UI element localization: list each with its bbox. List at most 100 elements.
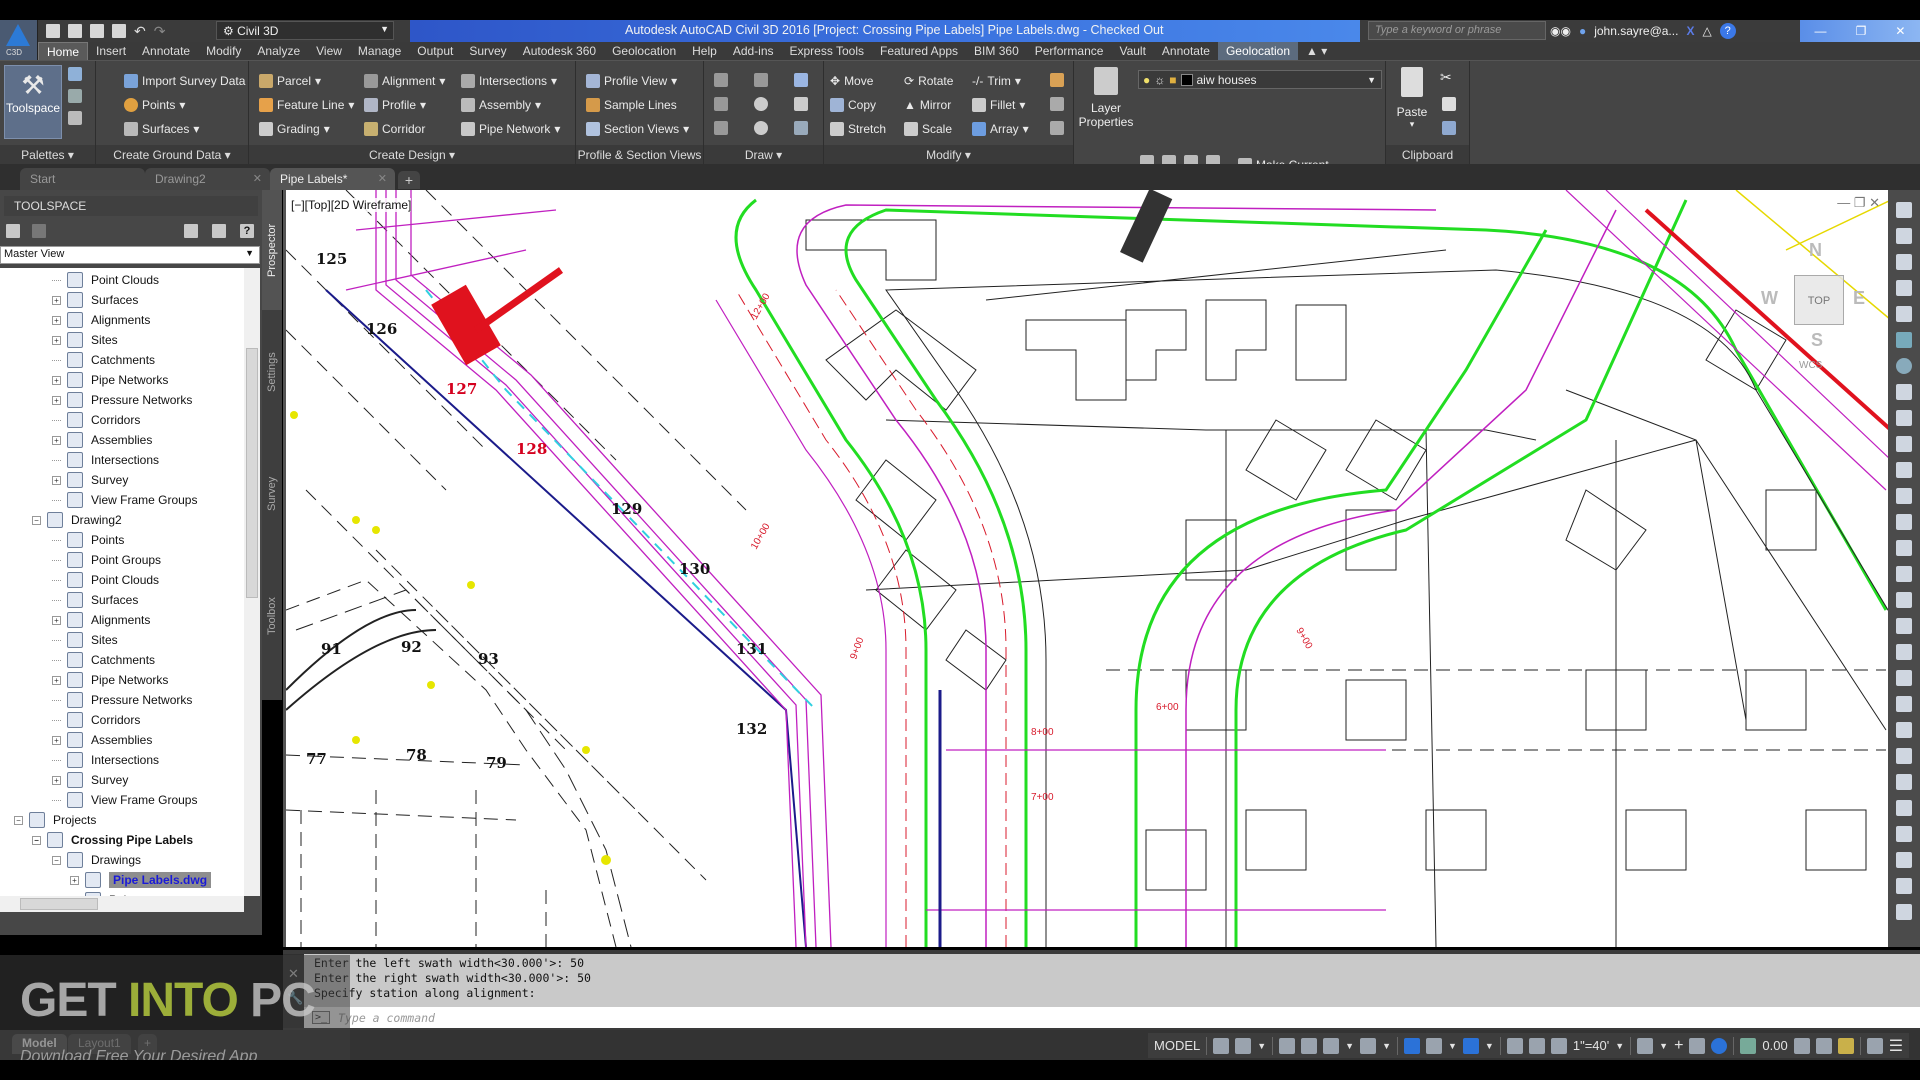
- expand-toggle-icon[interactable]: +: [52, 375, 61, 385]
- tree-item[interactable]: Point Clouds: [52, 570, 159, 590]
- object-snap-tracking-icon[interactable]: [1404, 1037, 1420, 1054]
- expand-toggle-icon[interactable]: +: [52, 775, 61, 785]
- globe-icon[interactable]: [1896, 358, 1912, 374]
- expand-toggle-icon[interactable]: +: [52, 295, 61, 305]
- toolspace-button[interactable]: ⚒ Toolspace: [4, 65, 62, 139]
- point-snap-icon[interactable]: [1896, 384, 1912, 400]
- chevron-down-icon[interactable]: ▼: [1345, 1041, 1354, 1051]
- scale-button[interactable]: Scale: [904, 119, 952, 139]
- application-menu-button[interactable]: C3D: [0, 20, 38, 60]
- transparent-command-icon[interactable]: [1896, 618, 1912, 634]
- alignment-button[interactable]: Alignment ▾: [364, 71, 445, 91]
- ribbon-tab-autodesk-360[interactable]: Autodesk 360: [515, 42, 604, 60]
- annotation-monitor-icon[interactable]: +: [1674, 1037, 1683, 1055]
- sample-lines-button[interactable]: Sample Lines: [586, 95, 677, 115]
- paste-button[interactable]: Paste ▾: [1392, 67, 1432, 130]
- layer-select[interactable]: ● ☼ ■ aiw houses ▼: [1138, 70, 1382, 89]
- tree-item[interactable]: + Surfaces: [52, 290, 138, 310]
- feature-line-button[interactable]: Feature Line ▾: [259, 95, 354, 115]
- explode-icon[interactable]: [1050, 97, 1064, 111]
- close-icon[interactable]: ✕: [378, 172, 387, 185]
- binoculars-icon[interactable]: ◉◉: [1550, 24, 1571, 38]
- close-icon[interactable]: ✕: [1895, 24, 1905, 38]
- tab-toolbox[interactable]: Toolbox: [262, 556, 282, 676]
- save-icon[interactable]: [90, 24, 104, 38]
- zoom-extents-icon[interactable]: [1896, 254, 1912, 270]
- help-icon[interactable]: ?: [240, 224, 254, 238]
- annotation-visibility-icon[interactable]: [1506, 1037, 1523, 1054]
- transparent-command-icon[interactable]: [1896, 826, 1912, 842]
- object-snap-icon[interactable]: [1426, 1037, 1442, 1054]
- expand-toggle-icon[interactable]: −: [52, 855, 61, 865]
- ribbon-tab-manage[interactable]: Manage: [350, 42, 409, 60]
- tree-item[interactable]: − Crossing Pipe Labels: [32, 830, 193, 850]
- ribbon-minimize-icon[interactable]: ▲ ▾: [1298, 42, 1335, 60]
- hatch-icon[interactable]: [794, 121, 808, 135]
- chevron-down-icon[interactable]: ▼: [1659, 1041, 1668, 1051]
- trim-button[interactable]: -/- Trim ▾: [972, 71, 1021, 91]
- chevron-down-icon[interactable]: ▼: [1382, 1041, 1391, 1051]
- array-button[interactable]: Array ▾: [972, 119, 1029, 139]
- restore-icon[interactable]: ❐: [1856, 24, 1867, 38]
- tree-item[interactable]: + Pipe Networks: [52, 370, 168, 390]
- viewcube-south[interactable]: S: [1811, 330, 1823, 351]
- tree-item[interactable]: Intersections: [52, 750, 159, 770]
- graphics-icon[interactable]: [1815, 1037, 1832, 1054]
- expand-toggle-icon[interactable]: −: [14, 815, 23, 825]
- chevron-down-icon[interactable]: ▼: [1257, 1041, 1266, 1051]
- corridor-button[interactable]: Corridor: [364, 119, 425, 139]
- tree-item[interactable]: + Survey: [52, 470, 128, 490]
- section-views-button[interactable]: Section Views ▾: [586, 119, 689, 139]
- rotate-button[interactable]: ⟳ Rotate: [904, 71, 953, 91]
- tree-item[interactable]: + Survey: [52, 770, 128, 790]
- item-view-icon[interactable]: [6, 224, 20, 238]
- tree-item[interactable]: + Pressure Networks: [52, 390, 192, 410]
- new-icon[interactable]: [46, 24, 60, 38]
- doc-tab-pipe-labels[interactable]: Pipe Labels* ✕: [270, 168, 395, 190]
- tree-item[interactable]: Point Clouds: [52, 270, 159, 290]
- drawing-canvas[interactable]: 12+00 10+00 9+00 8+00 7+00 6+00 9+00: [286, 190, 1888, 947]
- copy-clip-icon[interactable]: [1442, 97, 1456, 111]
- transparent-command-icon[interactable]: [1896, 852, 1912, 868]
- tree-item[interactable]: + Assemblies: [52, 430, 152, 450]
- dynamic-input-icon[interactable]: [1279, 1037, 1296, 1054]
- profile-view-button[interactable]: Profile View ▾: [586, 71, 677, 91]
- arc-icon[interactable]: [794, 73, 808, 87]
- transparent-command-icon[interactable]: [1896, 670, 1912, 686]
- undo-icon[interactable]: ↶: [134, 23, 146, 40]
- auto-scale-icon[interactable]: [1528, 1037, 1545, 1054]
- ribbon-tab-bim-360[interactable]: BIM 360: [966, 42, 1027, 60]
- transparent-command-icon[interactable]: [1896, 540, 1912, 556]
- expand-toggle-icon[interactable]: −: [32, 515, 41, 525]
- tree-item[interactable]: + Alignments: [52, 310, 150, 330]
- steering-wheel-icon[interactable]: [1896, 202, 1912, 218]
- line-icon[interactable]: [714, 73, 728, 87]
- tree-item[interactable]: Points: [52, 530, 124, 550]
- ribbon-tab-geolocation[interactable]: Geolocation: [1217, 42, 1299, 60]
- expand-toggle-icon[interactable]: +: [52, 335, 61, 345]
- ribbon-tab-survey[interactable]: Survey: [461, 42, 514, 60]
- circle-icon[interactable]: [754, 97, 768, 111]
- point-select-icon[interactable]: [1896, 436, 1912, 452]
- tree-item[interactable]: + Assemblies: [52, 730, 152, 750]
- tree-item[interactable]: Intersections: [52, 450, 159, 470]
- clean-screen-icon[interactable]: [1837, 1037, 1854, 1054]
- viewport-controls-label[interactable]: [−][Top][2D Wireframe]: [291, 198, 412, 212]
- transparent-command-icon[interactable]: [1896, 514, 1912, 530]
- fullscreen-icon[interactable]: [1866, 1037, 1883, 1054]
- isodraft-icon[interactable]: [1360, 1037, 1377, 1054]
- list-view-icon[interactable]: [212, 224, 226, 238]
- ribbon-tab-view[interactable]: View: [308, 42, 350, 60]
- ribbon-tab-performance[interactable]: Performance: [1027, 42, 1112, 60]
- help-search-input[interactable]: Type a keyword or phrase: [1368, 21, 1546, 40]
- transparent-command-icon[interactable]: [1896, 774, 1912, 790]
- ribbon-tab-home[interactable]: Home: [38, 42, 89, 60]
- surfaces-button[interactable]: Surfaces ▾: [124, 119, 199, 139]
- ortho-icon[interactable]: [1301, 1037, 1318, 1054]
- transparent-command-icon[interactable]: [1896, 904, 1912, 920]
- user-sign-in[interactable]: john.sayre@a...: [1594, 24, 1678, 38]
- expand-toggle-icon[interactable]: +: [52, 675, 61, 685]
- tree-item[interactable]: Corridors: [52, 410, 140, 430]
- palette-icon[interactable]: [68, 111, 82, 125]
- quick-properties-icon[interactable]: [1711, 1037, 1728, 1054]
